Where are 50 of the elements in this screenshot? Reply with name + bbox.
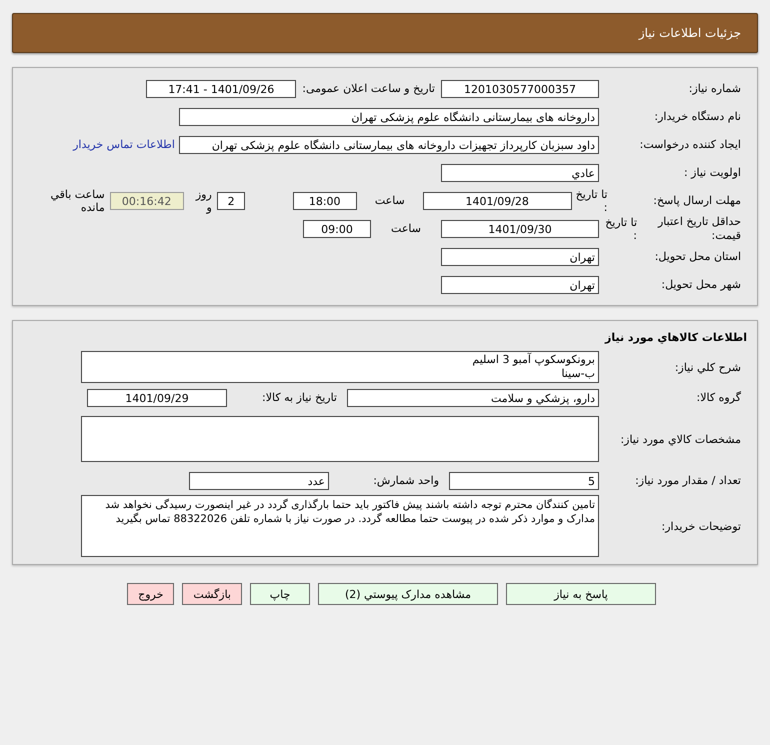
action-button[interactable]: بازگشت	[182, 583, 242, 605]
field-label: ایجاد کننده درخواست:	[638, 138, 742, 151]
need-date-field: 1401/09/29	[87, 388, 227, 406]
buyer-notes-field: تامین کنندگان محترم توجه داشته باشند پیش فاکتور باید حتما بارگذاری گردد در غیر اینصورت رسیدگی نخواهد شد مدارک و موارد ذکر شده در پیوست حتما مطالعه گردد. در صورت نیاز با شماره تلفن 88322026 تماس بگیرید	[81, 495, 599, 557]
field-label: تا تاریخ :	[604, 216, 637, 242]
field-label: ساعت	[390, 222, 422, 235]
field-label: ساعت باقي مانده	[49, 188, 106, 214]
field-label: واحد شمارش:	[372, 474, 440, 487]
field-label: حداقل تاریخ اعتبار قیمت:	[656, 215, 742, 242]
section-title: اطلاعات کالاهاي مورد نیاز	[604, 330, 748, 346]
quantity-field: 5	[449, 472, 599, 490]
field-label: مشخصات کالاي مورد نیاز:	[619, 432, 742, 446]
field-label: گروه کالا:	[696, 391, 742, 404]
unit-field: عدد	[189, 472, 329, 490]
action-button[interactable]: مشاهده مدارک پیوستي (2)	[318, 583, 498, 605]
buyer-contact-link[interactable]: اطلاعات تماس خریدار	[73, 138, 179, 151]
field-label: تا تاریخ :	[574, 188, 608, 214]
description-line: برونکوسکوپ آمبو 3 اسلیم	[471, 353, 595, 367]
description-line: ب-سینا	[560, 367, 595, 381]
field-label: مهلت ارسال پاسخ:	[652, 194, 742, 207]
deadline-time-field: 18:00	[292, 192, 357, 210]
action-button[interactable]: خروج	[127, 583, 174, 605]
page-title: جزئیات اطلاعات نیاز	[638, 26, 741, 40]
field-label: روز و	[194, 188, 213, 214]
priority-field: عادي	[441, 164, 599, 182]
field-label: ساعت	[374, 194, 406, 207]
requester-field: داود سبزبان کارپرداز تجهیزات داروخانه های بیمارستانی دانشگاه علوم پزشکی تهران	[179, 136, 599, 154]
city-field: تهران	[441, 276, 599, 294]
days-field: 2	[216, 192, 246, 210]
validity-date-field: 1401/09/30	[441, 220, 599, 238]
buyer-org-field: داروخانه های بیمارستانی دانشگاه علوم پزشکی تهران	[179, 108, 599, 126]
field-label: شرح کلي نیاز:	[674, 360, 742, 374]
field-label: تاریخ نیاز به کالا:	[261, 391, 338, 404]
field-label: توضیحات خریدار:	[660, 520, 742, 532]
field-label: اولویت نیاز :	[682, 166, 742, 179]
remaining-time-field: 00:16:42	[110, 192, 184, 210]
field-label: شهر محل تحویل:	[660, 278, 742, 291]
action-button[interactable]: پاسخ به نیاز	[506, 583, 656, 605]
validity-time-field: 09:00	[303, 220, 371, 238]
field-label: تاریخ و ساعت اعلان عمومی:	[301, 82, 436, 95]
need-number-field: 1201030577000357	[441, 80, 599, 98]
announce-date-field: 1401/09/26 - 17:41	[146, 80, 296, 98]
field-label: استان محل تحویل:	[654, 250, 742, 263]
field-label: تعداد / مقدار مورد نیاز:	[634, 474, 742, 487]
field-label: شماره نیاز:	[688, 82, 742, 95]
field-label: نام دستگاه خریدار:	[653, 110, 742, 123]
goods-group-field: دارو، پزشکي و سلامت	[347, 388, 599, 406]
province-field: تهران	[441, 248, 599, 266]
action-button[interactable]: چاپ	[250, 583, 310, 605]
deadline-date-field: 1401/09/28	[422, 192, 572, 210]
